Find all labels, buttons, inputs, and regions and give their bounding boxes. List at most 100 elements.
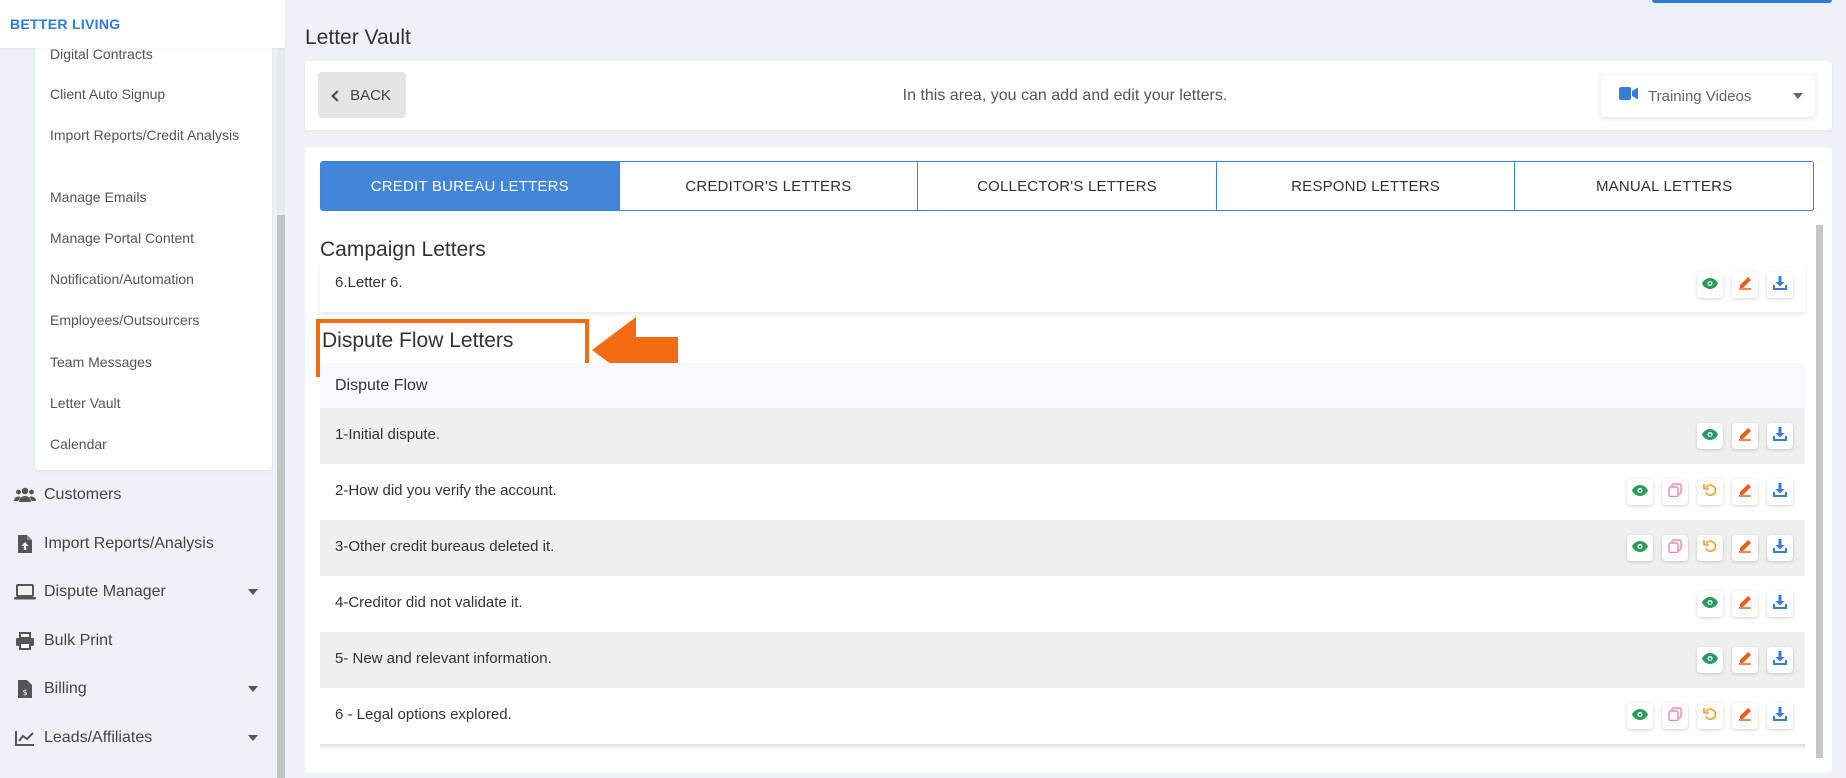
nav-label: Leads/Affiliates: [44, 729, 153, 746]
view-button[interactable]: [1627, 535, 1653, 561]
submenu-item-calendar[interactable]: Calendar: [50, 434, 260, 454]
download-button[interactable]: [1767, 647, 1793, 673]
sidebar-scrollbar-thumb[interactable]: [277, 215, 285, 778]
training-videos-dropdown[interactable]: Training Videos: [1601, 75, 1815, 117]
undo-icon: [1703, 483, 1717, 502]
copy-icon: [1668, 482, 1682, 502]
video-camera-icon: [1619, 87, 1638, 105]
svg-text:$: $: [22, 688, 27, 697]
submenu-item-notification-automation[interactable]: Notification/Automation: [50, 269, 260, 289]
copy-icon: [1668, 538, 1682, 558]
letter-row: 5- New and relevant information.: [320, 632, 1805, 688]
view-button[interactable]: [1697, 647, 1723, 673]
submenu-item-manage-portal-content[interactable]: Manage Portal Content: [50, 228, 260, 248]
submenu-item-employees-outsourcers[interactable]: Employees/Outsourcers: [50, 310, 260, 330]
letter-name: 6.Letter 6.: [335, 274, 403, 291]
view-button[interactable]: [1627, 703, 1653, 729]
reset-button[interactable]: [1697, 703, 1723, 729]
tab-collectors-letters[interactable]: COLLECTOR'S LETTERS: [918, 162, 1217, 210]
reset-button[interactable]: [1697, 535, 1723, 561]
edit-button[interactable]: [1732, 591, 1758, 617]
row-actions: [1697, 423, 1793, 449]
tab-creditors-letters[interactable]: CREDITOR'S LETTERS: [620, 162, 919, 210]
nav-item-billing[interactable]: $ Billing: [14, 675, 264, 703]
nav-item-import-reports-analysis[interactable]: Import Reports/Analysis: [14, 530, 264, 558]
pencil-icon: [1738, 427, 1752, 446]
submenu-panel: Digital Contracts Client Auto Signup Imp…: [35, 40, 272, 470]
download-icon: [1773, 482, 1787, 502]
submenu-item-manage-emails[interactable]: Manage Emails: [50, 187, 260, 207]
file-upload-icon: [14, 533, 36, 555]
tab-respond-letters[interactable]: RESPOND LETTERS: [1217, 162, 1516, 210]
content-scrollbar-thumb[interactable]: [1816, 225, 1823, 758]
pencil-icon: [1738, 651, 1752, 670]
chart-line-icon: [14, 727, 36, 749]
chevron-down-icon: [248, 686, 258, 692]
header-description: In this area, you can add and edit your …: [902, 87, 1228, 104]
edit-button[interactable]: [1732, 703, 1758, 729]
letter-row: 6.Letter 6.: [320, 262, 1805, 312]
letter-name: 6 - Legal options explored.: [335, 706, 512, 723]
laptop-icon: [14, 581, 36, 603]
nav-item-customers[interactable]: Customers: [14, 481, 264, 509]
page-title: Letter Vault: [305, 26, 411, 49]
letter-name: 5- New and relevant information.: [335, 650, 552, 667]
submenu-item-team-messages[interactable]: Team Messages: [50, 352, 260, 372]
tab-credit-bureau-letters[interactable]: CREDIT BUREAU LETTERS: [321, 162, 620, 210]
download-button[interactable]: [1767, 535, 1793, 561]
download-icon: [1773, 538, 1787, 558]
edit-button[interactable]: [1732, 423, 1758, 449]
edit-button[interactable]: [1732, 647, 1758, 673]
pencil-icon: [1738, 539, 1752, 558]
view-button[interactable]: [1627, 479, 1653, 505]
row-actions: [1697, 591, 1793, 617]
nav-item-bulk-print[interactable]: Bulk Print: [14, 627, 264, 655]
pencil-icon: [1738, 483, 1752, 502]
download-button[interactable]: [1767, 703, 1793, 729]
edit-button[interactable]: [1732, 479, 1758, 505]
letter-row: 3-Other credit bureaus deleted it.: [320, 520, 1805, 576]
eye-icon: [1632, 483, 1648, 501]
tab-manual-letters[interactable]: MANUAL LETTERS: [1515, 162, 1813, 210]
download-icon: [1773, 594, 1787, 614]
row-actions: [1627, 535, 1793, 561]
view-button[interactable]: [1697, 272, 1723, 298]
copy-button[interactable]: [1662, 703, 1688, 729]
pencil-icon: [1738, 276, 1752, 295]
letter-row: 4-Creditor did not validate it.: [320, 576, 1805, 632]
nav-label: Billing: [44, 680, 87, 697]
row-actions: [1697, 272, 1793, 298]
back-button[interactable]: BACK: [318, 72, 406, 118]
edit-button[interactable]: [1732, 535, 1758, 561]
download-button[interactable]: [1767, 479, 1793, 505]
brand-bar: BETTER LIVING: [0, 0, 285, 48]
download-button[interactable]: [1767, 272, 1793, 298]
reset-button[interactable]: [1697, 479, 1723, 505]
printer-icon: [14, 630, 36, 652]
submenu-item-letter-vault[interactable]: Letter Vault: [50, 393, 260, 413]
edit-button[interactable]: [1732, 272, 1758, 298]
letter-name: 2-How did you verify the account.: [335, 482, 557, 499]
copy-icon: [1668, 706, 1682, 726]
download-button[interactable]: [1767, 423, 1793, 449]
nav-item-leads-affiliates[interactable]: Leads/Affiliates: [14, 724, 264, 752]
submenu-item-import-reports-credit-analysis[interactable]: Import Reports/Credit Analysis: [50, 125, 260, 145]
nav-item-dispute-manager[interactable]: Dispute Manager: [14, 578, 264, 606]
download-button[interactable]: [1767, 591, 1793, 617]
nav-label: Bulk Print: [44, 632, 113, 649]
invoice-icon: $: [14, 678, 36, 700]
view-button[interactable]: [1697, 591, 1723, 617]
dispute-flow-group-label: Dispute Flow: [335, 377, 428, 394]
letter-name: 3-Other credit bureaus deleted it.: [335, 538, 555, 555]
letter-name: 4-Creditor did not validate it.: [335, 594, 523, 611]
brand-logo-text[interactable]: BETTER LIVING: [10, 16, 120, 32]
campaign-letters-title: Campaign Letters: [320, 238, 486, 261]
copy-button[interactable]: [1662, 479, 1688, 505]
chevron-down-icon: [248, 589, 258, 595]
copy-button[interactable]: [1662, 535, 1688, 561]
training-videos-label: Training Videos: [1648, 87, 1752, 105]
view-button[interactable]: [1697, 423, 1723, 449]
undo-icon: [1703, 707, 1717, 726]
letter-row: 1-Initial dispute.: [320, 408, 1805, 464]
submenu-item-client-auto-signup[interactable]: Client Auto Signup: [50, 84, 260, 104]
